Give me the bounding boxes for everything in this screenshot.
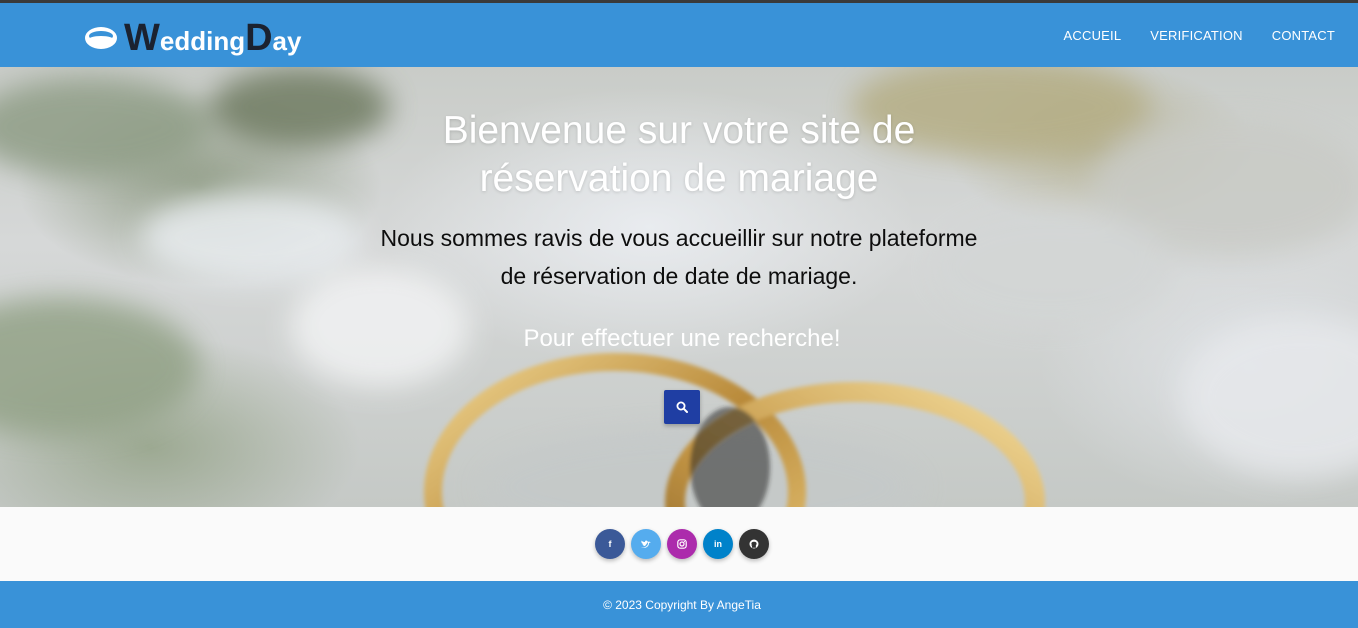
social-bar: f in xyxy=(0,507,1358,581)
brand-logo[interactable]: WeddingDay xyxy=(83,15,301,57)
github-button[interactable] xyxy=(739,529,769,559)
linkedin-icon: in xyxy=(714,538,722,549)
instagram-icon xyxy=(677,539,687,549)
hero-cta-text: Pour effectuer une recherche! xyxy=(523,325,841,352)
search-icon xyxy=(676,401,688,413)
hero-section: Bienvenue sur votre site de réservation … xyxy=(0,67,1358,507)
nav-verification[interactable]: VERIFICATION xyxy=(1150,28,1242,43)
instagram-button[interactable] xyxy=(667,529,697,559)
brand-letter-d: D xyxy=(245,17,273,59)
navbar: WeddingDay ACCUEIL VERIFICATION CONTACT xyxy=(0,3,1358,67)
brand-name: WeddingDay xyxy=(124,19,301,57)
linkedin-button[interactable]: in xyxy=(703,529,733,559)
brand-part-1: edding xyxy=(159,26,246,56)
nav-contact[interactable]: CONTACT xyxy=(1272,28,1335,43)
nav-menu: ACCUEIL VERIFICATION CONTACT xyxy=(1035,3,1335,67)
footer-copyright: © 2023 Copyright By AngeTia xyxy=(603,597,761,612)
hero-title: Bienvenue sur votre site de réservation … xyxy=(442,109,916,200)
search-button[interactable] xyxy=(664,390,700,424)
facebook-button[interactable]: f xyxy=(595,529,625,559)
facebook-icon: f xyxy=(608,538,612,549)
ring-icon xyxy=(85,27,117,49)
social-links: f in xyxy=(595,529,775,559)
hero-subtitle: Nous sommes ravis de vous accueillir sur… xyxy=(380,225,978,289)
brand-part-2: ay xyxy=(272,26,302,56)
nav-accueil[interactable]: ACCUEIL xyxy=(1064,28,1122,43)
github-icon xyxy=(749,539,759,549)
twitter-icon xyxy=(641,540,651,548)
footer: © 2023 Copyright By AngeTia xyxy=(0,581,1358,628)
twitter-button[interactable] xyxy=(631,529,661,559)
brand-letter-w: W xyxy=(124,17,160,59)
